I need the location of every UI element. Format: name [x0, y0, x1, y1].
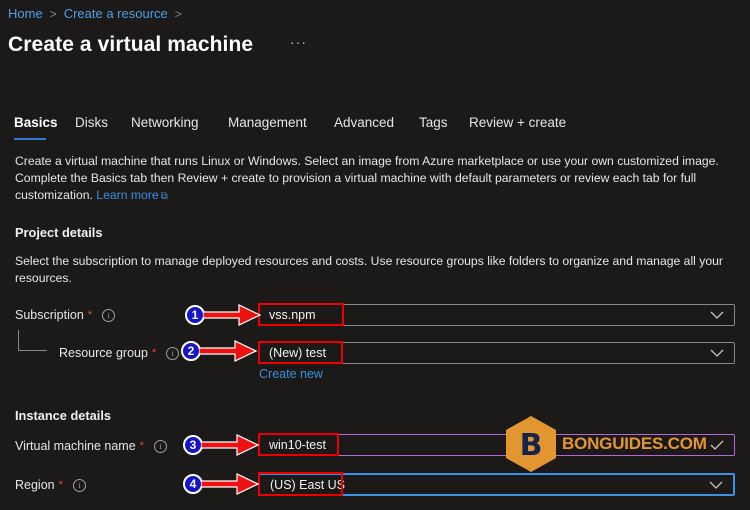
info-icon[interactable]: i — [72, 478, 86, 492]
info-icon[interactable]: i — [166, 346, 180, 360]
svg-text:B: B — [520, 428, 543, 463]
tab-tags[interactable]: Tags — [419, 115, 448, 130]
arrow-icon — [199, 340, 257, 362]
required-mark: * — [58, 479, 63, 491]
highlight-box-vm-name — [258, 433, 339, 456]
chevron-down-icon — [709, 481, 723, 489]
tree-connector — [18, 330, 47, 351]
tab-management[interactable]: Management — [228, 115, 307, 130]
subscription-label: Subscription * i — [15, 308, 116, 322]
step-badge-1: 1 — [185, 305, 205, 325]
tab-review-create[interactable]: Review + create — [469, 115, 566, 130]
chevron-down-icon — [710, 311, 724, 319]
step-badge-4: 4 — [183, 474, 203, 494]
project-details-description: Select the subscription to manage deploy… — [15, 254, 723, 285]
vm-name-label-text: Virtual machine name — [15, 439, 136, 453]
tab-basics[interactable]: Basics — [14, 115, 58, 130]
page-title: Create a virtual machine — [8, 33, 254, 56]
vm-name-label: Virtual machine name * i — [15, 439, 167, 453]
chevron-down-icon — [710, 349, 724, 357]
required-mark: * — [139, 440, 144, 452]
active-tab-indicator — [14, 138, 46, 140]
tab-bar: Basics Disks Networking Management Advan… — [0, 115, 750, 135]
required-mark: * — [151, 347, 157, 359]
project-details-title: Project details — [15, 225, 103, 240]
breadcrumb-home[interactable]: Home — [8, 6, 43, 21]
highlight-box-subscription — [258, 303, 344, 326]
arrow-icon — [201, 473, 259, 495]
chevron-right-icon: > — [49, 6, 57, 21]
arrow-icon — [201, 434, 259, 456]
intro-description: Create a virtual machine that runs Linux… — [15, 153, 740, 205]
instance-details-title: Instance details — [15, 408, 112, 423]
watermark: B BONGUIDES.COM — [506, 416, 707, 472]
region-label: Region * i — [15, 478, 86, 492]
resource-group-label-text: Resource group — [59, 346, 148, 360]
checkmark-icon — [710, 440, 724, 450]
learn-more-link[interactable]: Learn more — [96, 188, 158, 202]
highlight-box-resource-group — [258, 341, 343, 364]
highlight-box-region — [258, 472, 343, 496]
region-label-text: Region — [15, 478, 55, 492]
arrow-icon — [203, 304, 261, 326]
external-link-icon: ⧉ — [160, 191, 168, 202]
info-icon[interactable]: i — [153, 439, 167, 453]
breadcrumb: Home > Create a resource > — [8, 6, 189, 21]
create-new-link[interactable]: Create new — [259, 367, 323, 381]
resource-group-label: Resource group * i — [59, 346, 180, 360]
step-badge-2: 2 — [181, 341, 201, 361]
subscription-label-text: Subscription — [15, 308, 84, 322]
step-badge-3: 3 — [183, 435, 203, 455]
tab-networking[interactable]: Networking — [131, 115, 199, 130]
required-mark: * — [87, 309, 93, 321]
chevron-right-icon: > — [174, 6, 182, 21]
tab-disks[interactable]: Disks — [75, 115, 108, 130]
tab-advanced[interactable]: Advanced — [334, 115, 394, 130]
watermark-text: BONGUIDES.COM — [562, 434, 707, 453]
info-icon[interactable]: i — [102, 308, 116, 322]
bonguides-logo-icon: B — [506, 416, 556, 472]
breadcrumb-create-resource[interactable]: Create a resource — [64, 6, 168, 21]
more-options-icon[interactable]: ··· — [290, 34, 307, 50]
